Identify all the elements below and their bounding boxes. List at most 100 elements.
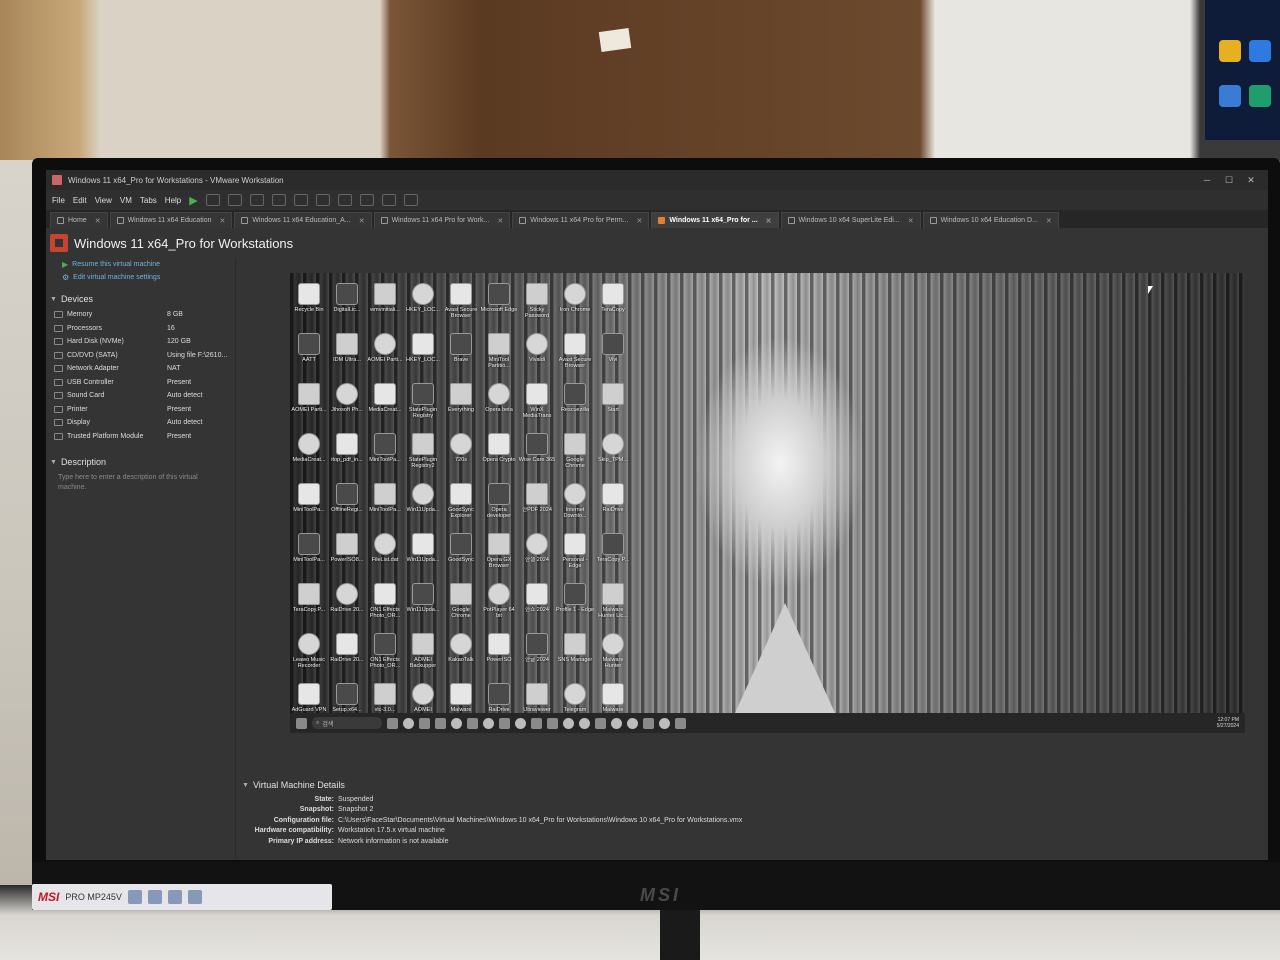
desktop-icon[interactable]: wmvinitiali...	[366, 281, 404, 329]
tab-vm[interactable]: Windows 11 x64 Pro for Work... ✕	[373, 212, 511, 228]
minimize-button[interactable]: ─	[1196, 175, 1218, 185]
desktop-icon[interactable]: Iron Chrome	[556, 281, 594, 329]
desktop-icon[interactable]: Vivaldi	[518, 331, 556, 379]
desktop-icon[interactable]: Malware Hunter Lic...	[594, 581, 632, 629]
send-ctrl-alt-del-icon[interactable]	[205, 194, 220, 206]
resume-vm-link[interactable]: ▶ Resume this virtual machine	[46, 258, 235, 271]
desktop-icon[interactable]: MediaCreat...	[366, 381, 404, 429]
desktop-icon[interactable]: ON1 Effects Photo_OR...	[366, 581, 404, 629]
desktop-icon[interactable]: Win11Upda...	[404, 481, 442, 529]
menu-vm[interactable]: VM	[120, 196, 132, 205]
desktop-icon[interactable]: TeraCopy P...	[594, 531, 632, 579]
desktop-icon[interactable]: PotPlayer 64 bit	[480, 581, 518, 629]
vm-screen-thumbnail[interactable]: Recycle Bin DigitalLic... wmvinitiali... HK…	[290, 273, 1245, 733]
desktop-icon[interactable]: Opera developer	[480, 481, 518, 529]
desktop-icon[interactable]: Win11Upda...	[404, 581, 442, 629]
desktop-icon[interactable]: TeraCopy.P...	[290, 581, 328, 629]
desktop-icon[interactable]: AATT	[290, 331, 328, 379]
desktop-icon[interactable]: Opera GX Browser	[480, 531, 518, 579]
tab-vm[interactable]: Windows 10 x64 Education D... ✕	[922, 212, 1059, 228]
close-button[interactable]: ✕	[1240, 175, 1262, 186]
desktop-icon[interactable]: 720s	[442, 431, 480, 479]
desktop-icon[interactable]: StatePlugin Registry2	[404, 431, 442, 479]
desktop-icon[interactable]: AOMEI Parti...	[290, 381, 328, 429]
desktop-icon[interactable]: MiniToolPa...	[366, 431, 404, 479]
device-usb-controller[interactable]: USB Controller Present	[46, 376, 235, 390]
tab-vm[interactable]: Windows 11 x64 Education_A... ✕	[234, 212, 372, 228]
device-display[interactable]: Display Auto detect	[46, 416, 235, 430]
device-memory[interactable]: Memory 8 GB	[46, 308, 235, 322]
desktop-icon[interactable]: HKEY_LOC...	[404, 281, 442, 329]
close-tab-icon[interactable]: ✕	[637, 217, 643, 225]
close-tab-icon[interactable]: ✕	[95, 217, 101, 225]
desktop-icon[interactable]: Personal - Edge	[556, 531, 594, 579]
desktop-icon[interactable]: AOMEI Parti...	[366, 331, 404, 379]
desktop-icon[interactable]: PowerISO	[480, 631, 518, 679]
menu-file[interactable]: File	[52, 196, 65, 205]
desktop-icon[interactable]: Sticky Password	[518, 281, 556, 329]
desktop-icon[interactable]: Recycle Bin	[290, 281, 328, 329]
desktop-icon[interactable]: Rescuezilla	[556, 381, 594, 429]
desktop-icon[interactable]: itop_pdf_in...	[328, 431, 366, 479]
device-sound-card[interactable]: Sound Card Auto detect	[46, 389, 235, 403]
desktop-icon[interactable]: Avast Secure Browser	[556, 331, 594, 379]
tab-vm[interactable]: Windows 11 x64 Pro for Perm... ✕	[512, 212, 650, 228]
desktop-icon[interactable]: Win11Upda...	[404, 531, 442, 579]
desktop-icon[interactable]: GoodSync Explorer	[442, 481, 480, 529]
desktop-icon[interactable]: 한글 2024	[518, 631, 556, 679]
desktop-icon[interactable]: SNS Manager	[556, 631, 594, 679]
device-printer[interactable]: Printer Present	[46, 403, 235, 417]
desktop-icon[interactable]: Google Chrome	[442, 581, 480, 629]
desktop-icon[interactable]: MiniToolPa...	[290, 531, 328, 579]
tab-vm[interactable]: Windows 10 x64 SuperLite Edi... ✕	[780, 212, 921, 228]
desktop-icon[interactable]: Skip_TPM...	[594, 431, 632, 479]
desktop-icon[interactable]: Start	[594, 381, 632, 429]
maximize-button[interactable]: ☐	[1218, 175, 1240, 186]
close-tab-icon[interactable]: ✕	[497, 217, 503, 225]
snapshot-manager-icon[interactable]	[271, 194, 286, 206]
close-tab-icon[interactable]: ✕	[359, 217, 365, 225]
desktop-icon[interactable]: PowerISO8...	[328, 531, 366, 579]
desktop-icon[interactable]: Opera Crypto	[480, 431, 518, 479]
close-tab-icon[interactable]: ✕	[219, 217, 225, 225]
snapshot-icon[interactable]	[227, 194, 242, 206]
desktop-icon[interactable]: Wise Care 365	[518, 431, 556, 479]
desktop-icon[interactable]: Vivi	[594, 331, 632, 379]
desktop-icon[interactable]: TeraCopy	[594, 281, 632, 329]
desktop-icon[interactable]: AOMEI Backupper	[404, 631, 442, 679]
desktop-icon[interactable]: Malware Hunter	[594, 631, 632, 679]
desktop-icon[interactable]: RaiDrive 20...	[328, 581, 366, 629]
desktop-icon[interactable]: KakaoTalk	[442, 631, 480, 679]
device-hard-disk[interactable]: Hard Disk (NVMe) 120 GB	[46, 335, 235, 349]
menu-help[interactable]: Help	[165, 196, 181, 205]
stretch-icon[interactable]	[403, 194, 418, 206]
desktop-icon[interactable]: FileList.dat	[366, 531, 404, 579]
desktop-icon[interactable]: Brave	[442, 331, 480, 379]
devices-section-header[interactable]: ▼ Devices	[50, 294, 235, 304]
desktop-icon[interactable]: Jihosoft Ph...	[328, 381, 366, 429]
desktop-icon[interactable]: OfflineRegi...	[328, 481, 366, 529]
desktop-icon[interactable]: RaiDrive	[594, 481, 632, 529]
device-processors[interactable]: Processors 16	[46, 322, 235, 336]
desktop-icon[interactable]: GoodSync	[442, 531, 480, 579]
device-cd-dvd[interactable]: CD/DVD (SATA) Using file F:\2610...	[46, 349, 235, 363]
desktop-icon[interactable]: DigitalLic...	[328, 281, 366, 329]
desktop-icon[interactable]: 한셀 2024	[518, 531, 556, 579]
desktop-icon[interactable]: Leawo Music Recorder	[290, 631, 328, 679]
desktop-icon[interactable]: IDM Ultra...	[328, 331, 366, 379]
tab-vm-active[interactable]: Windows 11 x64_Pro for ... ✕	[651, 212, 779, 228]
desktop-icon[interactable]: 한PDF 2024	[518, 481, 556, 529]
thumbnail-icon[interactable]	[315, 194, 330, 206]
vm-details-header[interactable]: ▼ Virtual Machine Details	[242, 780, 742, 790]
desktop-icon[interactable]: RaiDrive 20...	[328, 631, 366, 679]
tab-vm[interactable]: Windows 11 x64 Education ✕	[109, 212, 233, 228]
desktop-icon[interactable]: StatePlugin Registry	[404, 381, 442, 429]
desktop-icon[interactable]: 한쇼 2024	[518, 581, 556, 629]
desktop-icon[interactable]: Internet Downlo...	[556, 481, 594, 529]
close-tab-icon[interactable]: ✕	[766, 217, 772, 225]
menu-tabs[interactable]: Tabs	[140, 196, 157, 205]
full-screen-icon[interactable]	[337, 194, 352, 206]
menu-view[interactable]: View	[95, 196, 112, 205]
close-tab-icon[interactable]: ✕	[1046, 217, 1052, 225]
desktop-icon[interactable]: HKEY_LOC...	[404, 331, 442, 379]
